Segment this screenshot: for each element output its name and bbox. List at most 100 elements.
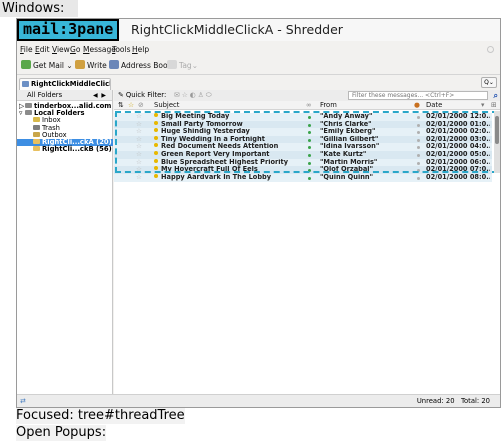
- menu-help[interactable]: Help: [132, 45, 149, 54]
- folder-pane-header: All Folders ◀ ▶: [17, 90, 112, 101]
- read-status-icon[interactable]: [308, 169, 311, 173]
- folder-mode-label[interactable]: All Folders: [27, 90, 62, 101]
- quick-filter-label[interactable]: ✎ Quick Filter:: [118, 90, 166, 101]
- menu-tools[interactable]: Tools: [112, 45, 130, 54]
- message-counts: Unread: 20 Total: 20: [417, 395, 490, 407]
- message-subject: Happy Aardvark In The Lobby: [154, 173, 308, 182]
- total-count: Total: 20: [461, 397, 490, 405]
- window-title: RightClickMiddleClickA - Shredder: [131, 22, 343, 37]
- read-status-icon[interactable]: [308, 116, 311, 119]
- filter-messages-input[interactable]: [348, 91, 488, 100]
- unread-count: Unread: 20: [416, 397, 455, 405]
- unread-dot-icon: [154, 113, 158, 117]
- junk-status-icon[interactable]: [417, 116, 420, 119]
- unread-dot-icon: [154, 128, 158, 133]
- unread-dot-icon: [154, 173, 158, 178]
- thunderbird-window: mail:3pane RightClickMiddleClickA - Shre…: [16, 18, 501, 408]
- unread-dot-icon: [154, 135, 158, 140]
- read-status-icon[interactable]: [308, 176, 311, 180]
- junk-status-icon[interactable]: [417, 169, 420, 173]
- menu-message[interactable]: Message: [83, 45, 116, 54]
- folder-icon: [33, 124, 40, 130]
- unread-dot-icon: [154, 151, 158, 155]
- unread-dot-icon: [154, 120, 158, 125]
- folder-mode-nav[interactable]: ◀ ▶: [93, 90, 106, 101]
- tab-list-button[interactable]: Q⌄: [481, 77, 497, 88]
- scrollbar-thumb[interactable]: [495, 116, 499, 144]
- title-bar: mail:3pane RightClickMiddleClickA - Shre…: [17, 19, 500, 41]
- mail-toolbar: Get Mail ⌄ Write Address Book Tag⌄: [17, 57, 500, 75]
- sort-down-icon[interactable]: ▾: [481, 101, 484, 110]
- folder-item[interactable]: RightCli...ckB (56): [17, 146, 112, 153]
- chevron-down-icon[interactable]: ⌄: [66, 61, 72, 70]
- tab-rightclickmiddleclicka[interactable]: RightClickMiddleClickA: [19, 78, 111, 90]
- folder-icon: [33, 117, 40, 123]
- address-book-icon: [109, 60, 119, 69]
- read-status-icon[interactable]: [308, 138, 311, 142]
- app-label: mail:3pane: [17, 19, 120, 41]
- throbber-icon: [487, 46, 494, 53]
- folder-icon: [25, 103, 32, 108]
- pencil-icon: [75, 60, 85, 69]
- windows-caption: Windows:: [0, 0, 78, 17]
- open-popups-readout: Open Popups:: [16, 425, 107, 441]
- junk-status-icon[interactable]: [417, 123, 420, 127]
- read-status-icon[interactable]: [308, 131, 311, 135]
- folder-icon: [33, 146, 40, 152]
- column-subject[interactable]: Subject: [154, 101, 179, 110]
- tab-bar: RightClickMiddleClickA Q⌄: [17, 76, 500, 90]
- write-button[interactable]: Write: [75, 60, 107, 70]
- get-mail-button[interactable]: Get Mail ⌄: [21, 60, 73, 70]
- junk-status-icon[interactable]: [417, 146, 420, 150]
- star-column-icon[interactable]: ☆: [128, 101, 134, 110]
- activity-icon: ⇄: [20, 397, 26, 405]
- thread-pane: ✎ Quick Filter: ✉☆◐♙⬭ ⌕ ⇅ ☆ ⊘ Subject ∞ …: [114, 90, 500, 394]
- junk-status-icon[interactable]: [417, 131, 420, 135]
- thread-tree-scrollbar[interactable]: [494, 111, 500, 173]
- attachment-column-icon[interactable]: ⊘: [138, 101, 144, 110]
- menu-file-rest: ile: [23, 45, 33, 54]
- message-from: "Quinn Quinn": [320, 173, 374, 181]
- menu-edit[interactable]: Edit: [35, 45, 50, 54]
- junk-status-icon[interactable]: [417, 176, 420, 180]
- thread-column-icon[interactable]: ⇅: [118, 101, 124, 110]
- folder-icon: [33, 139, 40, 144]
- unread-dot-icon: [154, 166, 158, 171]
- menu-go[interactable]: Go: [70, 45, 80, 54]
- read-status-icon[interactable]: [308, 146, 311, 150]
- folder-icon: [25, 110, 32, 116]
- get-mail-icon: [21, 60, 31, 69]
- read-status-icon[interactable]: [308, 154, 311, 157]
- table-row[interactable]: ☆ Happy Aardvark In The Lobby "Quinn Quinn…: [114, 173, 492, 182]
- column-picker-icon[interactable]: ⊞: [491, 101, 497, 110]
- junk-status-icon[interactable]: [417, 161, 420, 165]
- unread-dot-icon: [154, 143, 158, 148]
- column-date[interactable]: Date: [426, 101, 442, 110]
- junk-status-icon[interactable]: [417, 138, 420, 142]
- search-icon[interactable]: ⌕: [494, 90, 498, 101]
- thread-column-header: ⇅ ☆ ⊘ Subject ∞ From ● Date ▾ ⊞: [114, 101, 500, 110]
- focused-readout: Focused: tree#threadTree: [16, 408, 185, 424]
- message-date: 02/01/2000 08:0...: [426, 173, 490, 181]
- quick-filter-icons[interactable]: ✉☆◐♙⬭: [174, 90, 214, 101]
- address-book-button[interactable]: Address Book: [109, 60, 172, 70]
- status-bar: ⇄ Unread: 20 Total: 20: [17, 394, 500, 407]
- folder-icon: [33, 131, 40, 137]
- column-from[interactable]: From: [320, 101, 337, 110]
- read-column-icon[interactable]: ∞: [306, 101, 312, 110]
- folder-label: RightCli...ckB (56): [42, 145, 112, 154]
- junk-status-icon[interactable]: [417, 154, 420, 157]
- tag-button[interactable]: Tag⌄: [167, 60, 198, 70]
- folder-pane: All Folders ◀ ▶ ▷ tinderbox...alid.com ▿ Lo…: [17, 90, 113, 394]
- folder-tab-icon: [22, 81, 29, 87]
- read-status-icon[interactable]: [308, 123, 311, 127]
- junk-column-icon[interactable]: ●: [414, 101, 420, 110]
- tag-icon: [167, 60, 177, 69]
- menu-view[interactable]: View: [52, 45, 70, 54]
- quick-filter-bar: ✎ Quick Filter: ✉☆◐♙⬭ ⌕: [114, 90, 500, 101]
- read-status-icon[interactable]: [308, 161, 311, 165]
- star-icon[interactable]: ☆: [136, 173, 142, 182]
- menu-bar: File Edit View Go Message Tools Help: [17, 43, 500, 57]
- unread-dot-icon: [154, 158, 158, 163]
- menu-file[interactable]: File: [20, 45, 33, 54]
